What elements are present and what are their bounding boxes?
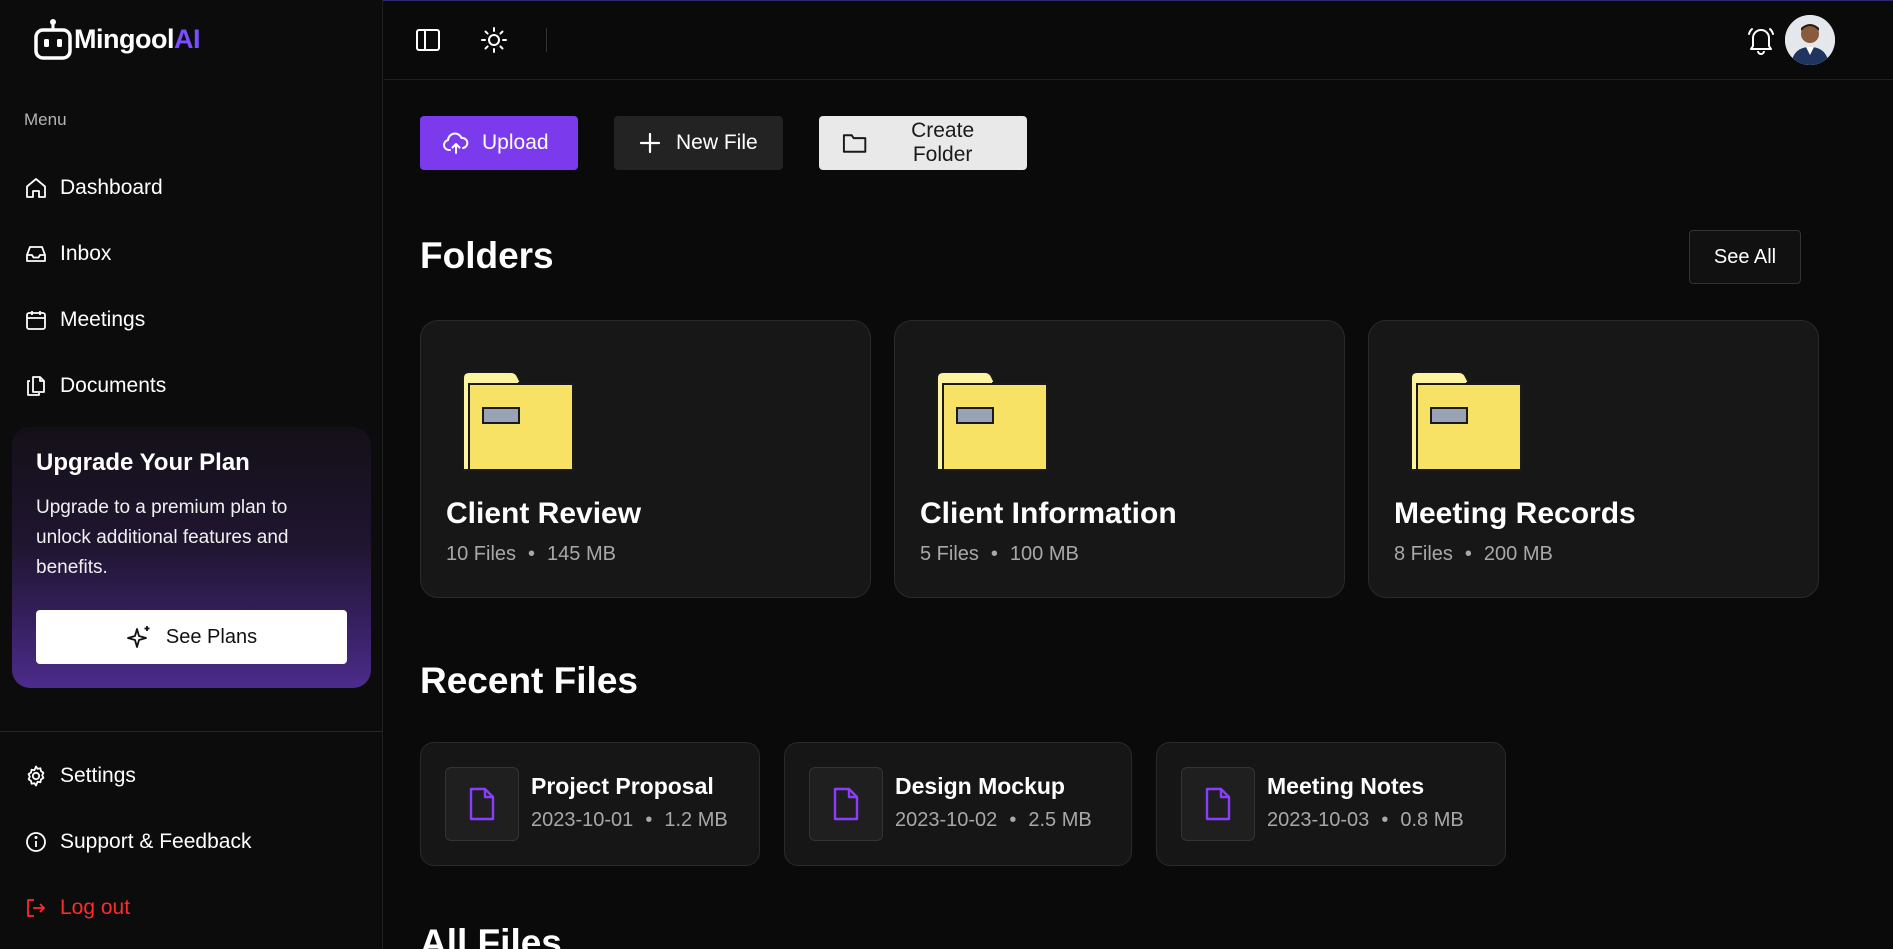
- sidebar-item-support[interactable]: Support & Feedback: [24, 809, 364, 875]
- sidebar-item-label: Documents: [60, 374, 167, 397]
- toggle-sidebar-button[interactable]: [412, 24, 444, 56]
- cloud-upload-icon: [443, 132, 469, 154]
- sparkles-icon: [127, 626, 150, 648]
- recent-file-card[interactable]: Project Proposal 2023-10-01 • 1.2 MB: [420, 742, 760, 866]
- folder-name: Client Information: [920, 497, 1177, 530]
- logo[interactable]: MingoolAI: [34, 18, 200, 60]
- bell-icon: [1748, 28, 1774, 55]
- file-thumbnail: [1181, 767, 1255, 841]
- new-file-label: New File: [676, 131, 758, 154]
- folder-name: Client Review: [446, 497, 642, 530]
- sidebar-item-label: Inbox: [60, 242, 112, 265]
- new-file-button[interactable]: New File: [614, 116, 783, 170]
- top-header: [384, 0, 1893, 80]
- see-plans-label: See Plans: [165, 625, 258, 648]
- all-files-title: All Files: [420, 922, 562, 949]
- folder-card[interactable]: Client Review 10 Files • 145 MB: [420, 320, 871, 598]
- folder-meta: 5 Files • 100 MB: [920, 543, 1079, 565]
- upload-label: Upload: [482, 131, 549, 154]
- create-folder-button[interactable]: Create Folder: [819, 116, 1027, 170]
- folder-meta: 10 Files • 145 MB: [446, 543, 616, 565]
- gear-icon: [27, 765, 45, 787]
- documents-icon: [27, 376, 45, 396]
- file-meta: 2023-10-02 • 2.5 MB: [895, 809, 1092, 831]
- sidebar-item-documents[interactable]: Documents: [24, 353, 364, 419]
- info-icon: [26, 832, 46, 852]
- create-folder-label: Create Folder: [911, 119, 975, 166]
- sidebar-item-label: Log out: [60, 896, 131, 919]
- avatar-image: [1785, 15, 1835, 65]
- sidebar-item-inbox[interactable]: Inbox: [24, 221, 364, 287]
- notifications-button[interactable]: [1745, 24, 1777, 56]
- sidebar-item-label: Dashboard: [60, 176, 163, 199]
- folder-meta: 8 Files • 200 MB: [1394, 543, 1553, 565]
- folder-outline-icon: [842, 134, 867, 153]
- upgrade-title: Upgrade Your Plan: [36, 449, 250, 476]
- recent-file-card[interactable]: Design Mockup 2023-10-02 • 2.5 MB: [784, 742, 1132, 866]
- sidebar-item-settings[interactable]: Settings: [24, 743, 364, 809]
- user-avatar[interactable]: [1785, 15, 1835, 65]
- inbox-icon: [26, 246, 46, 262]
- file-thumbnail: [809, 767, 883, 841]
- home-icon: [26, 178, 46, 198]
- brand-name: MingoolAI: [74, 23, 200, 54]
- see-all-button[interactable]: See All: [1689, 230, 1801, 284]
- sidebar-item-logout[interactable]: Log out: [24, 875, 364, 941]
- upgrade-text: Upgrade to a premium plan to unlock addi…: [36, 497, 289, 578]
- file-icon: [469, 787, 495, 821]
- sidebar-toggle-icon: [416, 29, 440, 51]
- header-divider: [546, 28, 547, 52]
- file-name: Design Mockup: [895, 773, 1065, 799]
- sidebar-divider: [0, 731, 383, 732]
- action-toolbar: Upload New File Create Folder: [420, 116, 1063, 170]
- folder-name: Meeting Records: [1394, 497, 1636, 530]
- upload-button[interactable]: Upload: [420, 116, 578, 170]
- recent-file-card[interactable]: Meeting Notes 2023-10-03 • 0.8 MB: [1156, 742, 1506, 866]
- plus-icon: [639, 132, 661, 154]
- sidebar-bottom-nav: Settings Support & Feedback Log out: [24, 743, 364, 941]
- sidebar-item-label: Meetings: [60, 308, 146, 331]
- file-name: Meeting Notes: [1267, 773, 1425, 799]
- folder-card[interactable]: Meeting Records 8 Files • 200 MB: [1368, 320, 1819, 598]
- folder-card[interactable]: Client Information 5 Files • 100 MB: [894, 320, 1345, 598]
- file-name: Project Proposal: [531, 773, 714, 799]
- robot-logo-icon: [34, 19, 72, 60]
- upgrade-plan-card: Upgrade Your Plan Upgrade to a premium p…: [12, 427, 371, 688]
- file-icon: [1205, 787, 1231, 821]
- file-icon: [833, 787, 859, 821]
- folders-title: Folders: [420, 235, 554, 276]
- sidebar-item-label: Support & Feedback: [60, 830, 252, 853]
- sidebar: MingoolAI Menu Dashboard Inbox Meetings …: [0, 0, 383, 949]
- file-thumbnail: [445, 767, 519, 841]
- folder-icon: [1410, 371, 1522, 471]
- folder-icon: [462, 371, 574, 471]
- sidebar-nav: Dashboard Inbox Meetings Documents: [24, 155, 364, 419]
- sidebar-item-meetings[interactable]: Meetings: [24, 287, 364, 353]
- menu-label: Menu: [24, 110, 67, 129]
- sidebar-item-dashboard[interactable]: Dashboard: [24, 155, 364, 221]
- sidebar-item-label: Settings: [60, 764, 136, 787]
- see-plans-button[interactable]: See Plans: [36, 610, 347, 664]
- logout-icon: [27, 899, 45, 917]
- calendar-icon: [26, 311, 46, 330]
- recent-files-title: Recent Files: [420, 660, 638, 701]
- file-meta: 2023-10-01 • 1.2 MB: [531, 809, 728, 831]
- theme-toggle-button[interactable]: [478, 24, 510, 56]
- file-meta: 2023-10-03 • 0.8 MB: [1267, 809, 1464, 831]
- folder-icon: [936, 371, 1048, 471]
- sun-icon: [481, 27, 507, 53]
